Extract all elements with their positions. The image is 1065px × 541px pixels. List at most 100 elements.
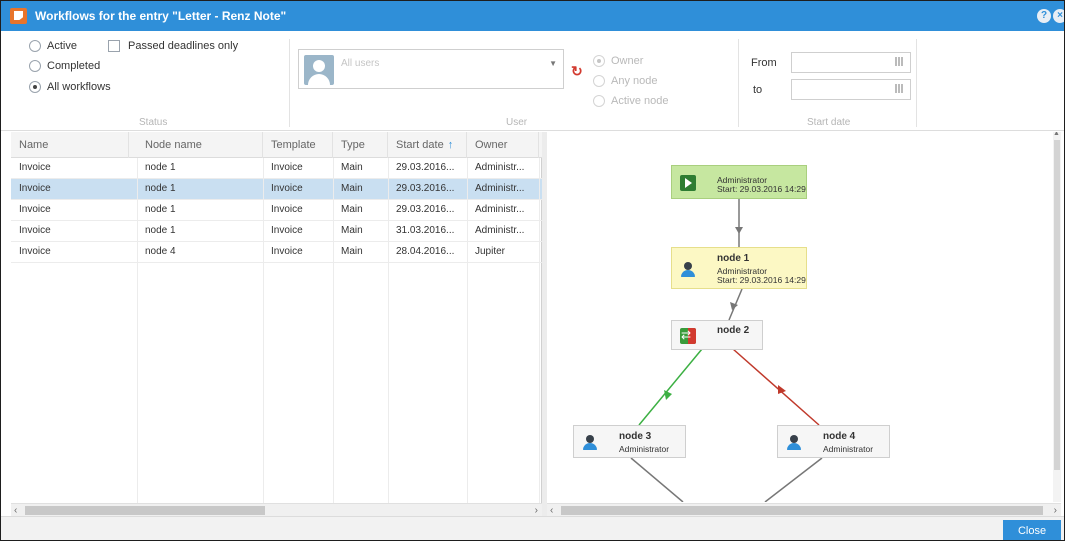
node-title: node 4: [823, 431, 856, 442]
checkbox-box: [108, 40, 120, 52]
close-button[interactable]: Close: [1003, 520, 1061, 540]
column-header-type[interactable]: Type: [333, 132, 388, 158]
column-header-node-name[interactable]: Node name: [137, 132, 263, 158]
radio-dot: [29, 40, 41, 52]
cell-start-date: 28.04.2016...: [396, 246, 455, 257]
table-row[interactable]: Invoice node 1 Invoice Main 29.03.2016... Adm…: [11, 158, 542, 179]
column-label: Start date: [396, 139, 444, 151]
help-icon[interactable]: ?: [1037, 9, 1051, 23]
status-caption: Status: [139, 117, 168, 128]
scroll-left-icon[interactable]: ‹: [550, 504, 553, 516]
from-date-input[interactable]: [791, 52, 911, 73]
user-select-placeholder: All users: [341, 58, 380, 69]
to-date-input[interactable]: [791, 79, 911, 100]
node-title: node 1: [717, 253, 750, 264]
radio-label: Any node: [611, 75, 658, 87]
cell-type: Main: [341, 204, 363, 215]
radio-dot: [593, 55, 605, 67]
user-icon: [582, 434, 598, 450]
passed-deadlines-checkbox[interactable]: Passed deadlines only: [108, 40, 238, 52]
scroll-up-icon[interactable]: ▲: [1053, 132, 1060, 137]
cell-name: Invoice: [19, 246, 51, 257]
scrollbar-thumb[interactable]: [561, 506, 1043, 515]
title-bar[interactable]: Workflows for the entry "Letter - Renz N…: [1, 1, 1064, 31]
cell-start-date: 29.03.2016...: [396, 162, 455, 173]
calendar-icon[interactable]: [895, 84, 904, 93]
radio-label: Active node: [611, 95, 669, 107]
workflow-diagram: Administrator Start: 29.03.2016 14:29 no…: [547, 132, 1061, 516]
table-row[interactable]: Invoice node 4 Invoice Main 28.04.2016... Jup…: [11, 242, 542, 263]
node-line2: Start: 29.03.2016 14:29: [717, 275, 806, 285]
refresh-icon[interactable]: ↻: [571, 63, 583, 80]
cell-name: Invoice: [19, 183, 51, 194]
cell-owner: Administr...: [475, 225, 525, 236]
calendar-icon[interactable]: [895, 57, 904, 66]
chevron-down-icon[interactable]: ▼: [549, 59, 557, 68]
radio-dot: [593, 95, 605, 107]
dialog-title: Workflows for the entry "Letter - Renz N…: [35, 9, 287, 23]
cell-node-name: node 1: [145, 225, 176, 236]
column-divider: [263, 158, 264, 503]
edge-arrow: [664, 390, 672, 400]
flow-node-2[interactable]: node 2: [671, 320, 763, 350]
flow-node-3[interactable]: node 3 Administrator: [573, 425, 686, 458]
column-label: Template: [271, 139, 316, 151]
node-title: node 3: [619, 431, 652, 442]
cell-owner: Jupiter: [475, 246, 506, 257]
cell-owner: Administr...: [475, 162, 525, 173]
cell-start-date: 29.03.2016...: [396, 204, 455, 215]
cell-start-date: 31.03.2016...: [396, 225, 455, 236]
cell-template: Invoice: [271, 225, 303, 236]
column-divider: [388, 158, 389, 503]
dialog-footer: Close: [1, 516, 1064, 540]
node-line2: Start: 29.03.2016 14:29: [717, 184, 806, 194]
scope-owner-radio[interactable]: Owner: [593, 55, 643, 67]
cell-name: Invoice: [19, 162, 51, 173]
status-completed-radio[interactable]: Completed: [29, 60, 100, 72]
diagram-horizontal-scrollbar[interactable]: ‹ ›: [547, 503, 1061, 516]
cell-template: Invoice: [271, 183, 303, 194]
user-select[interactable]: All users ▼: [298, 49, 564, 89]
sort-ascending-icon: ↑: [447, 139, 454, 151]
column-label: Node name: [145, 139, 202, 151]
cell-type: Main: [341, 162, 363, 173]
edge-node3-down: [630, 457, 684, 502]
diagram-vertical-scrollbar[interactable]: ▲: [1053, 132, 1061, 502]
edge-node4-down: [764, 457, 823, 502]
table-row[interactable]: Invoice node 1 Invoice Main 29.03.2016... Adm…: [11, 200, 542, 221]
flow-node-start[interactable]: Administrator Start: 29.03.2016 14:29: [671, 165, 807, 199]
scope-any-node-radio[interactable]: Any node: [593, 75, 657, 87]
grid-header: Name Node name Template Type Start date ↑…: [11, 132, 542, 158]
status-all-radio[interactable]: All workflows: [29, 81, 111, 93]
node-title: node 2: [717, 325, 750, 336]
start-date-caption: Start date: [807, 117, 851, 128]
cell-name: Invoice: [19, 204, 51, 215]
close-window-icon[interactable]: ×: [1053, 9, 1064, 23]
edge-arrow: [735, 227, 743, 234]
cell-template: Invoice: [271, 162, 303, 173]
user-icon: [786, 434, 802, 450]
column-header-owner[interactable]: Owner: [467, 132, 539, 158]
table-row[interactable]: Invoice node 1 Invoice Main 31.03.2016... Adm…: [11, 221, 542, 242]
cell-type: Main: [341, 246, 363, 257]
column-header-start-date[interactable]: Start date ↑: [388, 132, 467, 158]
list-horizontal-scrollbar[interactable]: ‹ ›: [11, 503, 542, 516]
column-divider: [467, 158, 468, 503]
scrollbar-thumb[interactable]: [1054, 140, 1060, 470]
group-divider: [289, 39, 290, 127]
status-active-radio[interactable]: Active: [29, 40, 77, 52]
workflow-dialog: Workflows for the entry "Letter - Renz N…: [0, 0, 1065, 541]
column-header-template[interactable]: Template: [263, 132, 333, 158]
flow-node-4[interactable]: node 4 Administrator: [777, 425, 890, 458]
edge-node2-node3-green: [638, 348, 703, 426]
scope-active-node-radio[interactable]: Active node: [593, 95, 668, 107]
column-label: Name: [19, 139, 49, 151]
column-label: Type: [341, 139, 365, 151]
scroll-right-icon[interactable]: ›: [1054, 504, 1057, 516]
flow-node-1[interactable]: node 1 Administrator Start: 29.03.2016 1…: [671, 247, 807, 289]
column-header-name[interactable]: Name: [11, 132, 129, 158]
scrollbar-thumb[interactable]: [25, 506, 265, 515]
workflow-list: Name Node name Template Type Start date ↑…: [11, 132, 542, 516]
node-line1: Administrator: [619, 444, 670, 454]
table-row[interactable]: Invoice node 1 Invoice Main 29.03.2016... Adm…: [11, 179, 542, 200]
